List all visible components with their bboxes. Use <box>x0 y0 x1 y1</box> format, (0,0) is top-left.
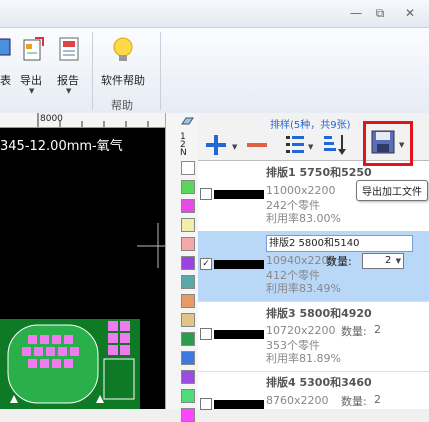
color-swatch[interactable] <box>181 389 195 403</box>
minimize-icon: — <box>350 6 362 20</box>
item-utilization: 利用率83.49% <box>266 282 341 295</box>
list-view-button[interactable] <box>284 133 306 160</box>
color-swatch[interactable] <box>181 370 195 384</box>
horizontal-ruler: 8000 <box>0 113 165 128</box>
lightbulb-icon <box>111 36 135 67</box>
item-utilization: 利用率83.00% <box>266 212 341 225</box>
item-utilization: 利用率81.89% <box>266 352 341 365</box>
color-swatch[interactable] <box>181 199 195 213</box>
software-help-label: 软件帮助 <box>101 74 145 87</box>
color-swatch[interactable] <box>181 256 195 270</box>
restore-button[interactable]: ⧉ <box>370 5 390 21</box>
eraser-icon[interactable] <box>180 116 194 129</box>
nesting-item-selected[interactable]: ✓ 排版2 5800和5140 10940x2200 数量: 2 ▼ 412个零… <box>198 231 429 302</box>
title-bar: — ⧉ ✕ <box>0 0 429 27</box>
item-checkbox[interactable] <box>200 328 212 340</box>
ribbon-separator <box>160 32 161 110</box>
report-label: 报告 <box>57 74 79 87</box>
export-label: 导出 <box>20 74 42 87</box>
color-swatch[interactable] <box>181 332 195 346</box>
item-size: 11000x2200 <box>266 184 336 197</box>
color-swatch[interactable] <box>181 237 195 251</box>
export-button[interactable]: 导出 ▼ <box>18 34 48 104</box>
color-swatch[interactable] <box>181 313 195 327</box>
item-checkbox[interactable] <box>200 398 212 410</box>
nesting-canvas[interactable] <box>0 113 165 409</box>
report-icon <box>57 36 81 65</box>
quantity-value: 2 <box>385 255 392 266</box>
quantity-label: 数量: <box>341 325 367 338</box>
sort-icon <box>324 135 346 155</box>
help-group-label: 帮助 <box>111 99 133 112</box>
quantity-select[interactable]: 2 ▼ <box>362 253 404 269</box>
redacted-label <box>214 190 264 199</box>
minimize-button[interactable]: — <box>346 5 366 21</box>
quantity-value: 2 <box>374 393 381 406</box>
partial-button-label[interactable]: 表 <box>0 72 11 88</box>
quantity-label: 数量: <box>341 395 367 408</box>
item-title: 排版4 5300和3460 <box>266 376 372 389</box>
list-icon <box>286 136 304 153</box>
quantity-label: 数量: <box>326 255 352 268</box>
save-button-highlight <box>363 121 413 166</box>
restore-icon: ⧉ <box>375 6 385 20</box>
export-dropdown-icon: ▼ <box>29 87 35 95</box>
nesting-summary: 排样(5种，共9张) <box>270 120 351 131</box>
close-icon: ✕ <box>404 6 416 20</box>
color-swatch[interactable] <box>181 275 195 289</box>
partial-icon <box>0 36 14 58</box>
item-checkbox[interactable]: ✓ <box>200 258 212 270</box>
quantity-dropdown-icon: ▼ <box>395 257 401 265</box>
item-title: 排版3 5800和4920 <box>266 307 372 320</box>
nesting-item[interactable]: 排版4 5300和3460 8760x2200 数量: 2 <box>198 371 429 410</box>
redacted-label <box>214 400 264 409</box>
list-dropdown-icon[interactable]: ▼ <box>308 143 313 151</box>
add-button[interactable] <box>204 133 228 160</box>
add-dropdown-icon[interactable]: ▼ <box>232 143 237 151</box>
color-swatch[interactable] <box>181 351 195 365</box>
item-title: 排版1 5750和5250 <box>266 166 372 179</box>
ribbon-separator <box>92 32 93 110</box>
close-button[interactable]: ✕ <box>400 5 420 21</box>
color-swatch[interactable] <box>181 218 195 232</box>
minus-icon <box>247 143 267 147</box>
redacted-label <box>214 330 264 339</box>
quantity-value: 2 <box>374 323 381 336</box>
ribbon: 表 导出 ▼ 报告 ▼ 软件帮助 帮助 <box>0 27 429 115</box>
sheet-drawing <box>0 223 165 409</box>
sort-order-icon[interactable]: 12N <box>180 133 187 158</box>
color-swatch[interactable] <box>181 294 195 308</box>
item-size: 10720x2200 <box>266 324 336 337</box>
redacted-label <box>214 260 264 269</box>
color-swatch[interactable] <box>181 180 195 194</box>
color-swatch-strip: 12N <box>165 113 200 422</box>
color-swatch[interactable] <box>181 161 195 175</box>
nesting-item[interactable]: 排版3 5800和4920 10720x2200 数量: 2 353个零件 利用… <box>198 301 429 372</box>
nesting-item[interactable]: 排版1 5750和5250 11000x2200 242个零件 利用率83.00… <box>198 161 429 232</box>
plus-icon <box>206 135 226 155</box>
color-swatch[interactable] <box>181 408 195 422</box>
software-help-button[interactable]: 软件帮助 <box>100 34 146 94</box>
item-checkbox[interactable] <box>200 188 212 200</box>
sort-button[interactable] <box>322 133 348 160</box>
ruler-value: 8000 <box>40 114 63 124</box>
report-dropdown-icon: ▼ <box>66 87 72 95</box>
export-icon <box>21 36 45 65</box>
sheet-title: 345-12.00mm-氧气 <box>0 139 123 154</box>
item-size: 8760x2200 <box>266 394 329 407</box>
report-button[interactable]: 报告 ▼ <box>55 34 85 104</box>
remove-button[interactable] <box>245 137 269 156</box>
item-title-edit[interactable]: 排版2 5800和5140 <box>266 235 413 252</box>
